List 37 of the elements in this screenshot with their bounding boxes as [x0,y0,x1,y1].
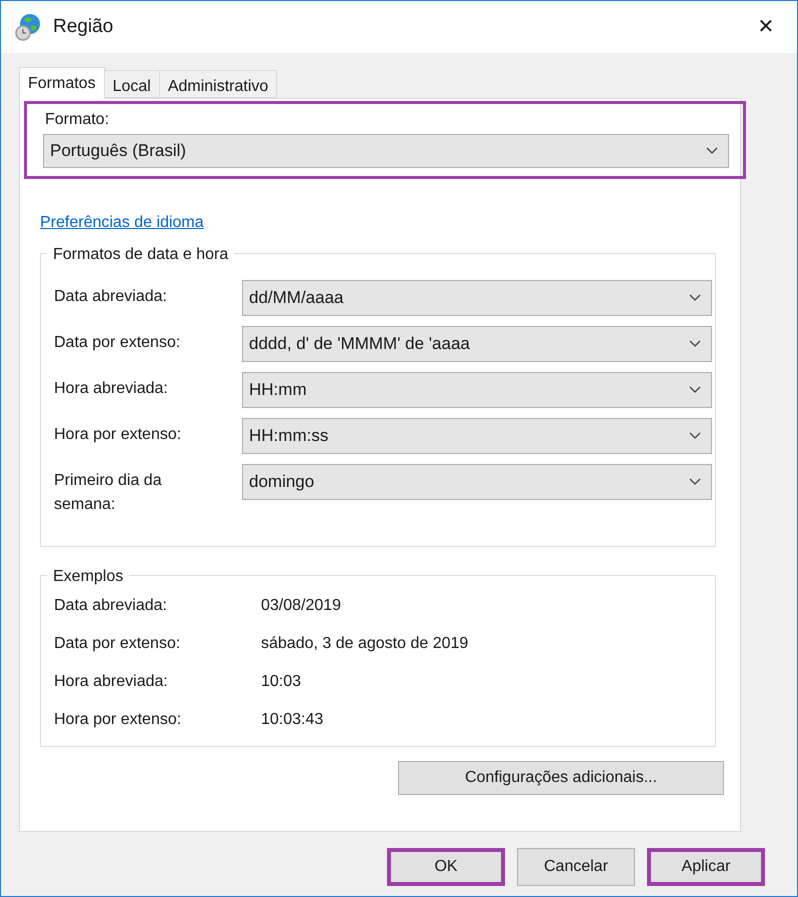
field-label: Data abreviada: [54,287,168,307]
chevron-down-icon [706,147,718,155]
format-dropdown[interactable]: dd/MM/aaaa [242,280,712,316]
dialog-button[interactable]: Aplicar [647,848,765,886]
example-label: Hora abreviada: [54,672,169,692]
tab[interactable]: Administrativo [160,70,278,98]
tab[interactable]: Formatos [19,67,105,99]
example-label: Hora por extenso: [54,710,182,730]
chevron-down-icon [689,294,701,302]
example-label: Data abreviada: [54,596,168,616]
additional-settings-button[interactable]: Configurações adicionais... [398,761,724,795]
format-dropdown[interactable]: domingo [242,464,712,500]
field-label: Hora por extenso: [54,425,182,445]
chevron-down-icon [689,478,701,486]
example-value: 03/08/2019 [261,596,342,616]
format-dropdown[interactable]: HH:mm:ss [242,418,712,454]
globe-clock-icon [15,13,41,41]
window-title: Região [53,14,114,39]
dialog-button[interactable]: OK [387,848,505,886]
format-dropdown[interactable]: Português (Brasil) [43,134,729,168]
example-value: 10:03:43 [261,710,324,730]
example-label: Data por extenso: [54,634,182,654]
field-label: Formato: [45,110,110,130]
chevron-down-icon [689,340,701,348]
field-label: Data por extenso: [54,333,182,353]
tab[interactable]: Local [104,70,160,98]
format-dropdown[interactable]: HH:mm [242,372,712,408]
chevron-down-icon [689,432,701,440]
example-value: 10:03 [261,672,302,692]
close-button[interactable]: ✕ [751,12,781,42]
field-label: Hora abreviada: [54,379,169,399]
example-value: sábado, 3 de agosto de 2019 [261,634,468,654]
dialog-button[interactable]: Cancelar [517,848,635,886]
language-link[interactable]: Preferências de idioma [40,211,204,235]
format-dropdown[interactable]: dddd, d' de 'MMMM' de 'aaaa [242,326,712,362]
field-label: Primeiro dia da semana: [54,471,163,515]
chevron-down-icon [689,386,701,394]
